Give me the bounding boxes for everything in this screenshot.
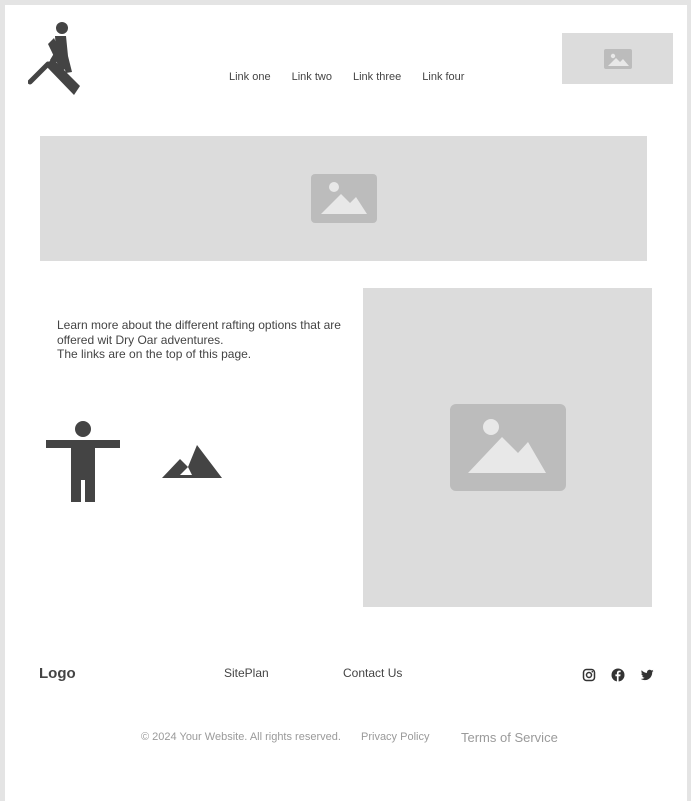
nav-link-four[interactable]: Link four <box>422 71 464 83</box>
image-placeholder-icon <box>450 404 566 491</box>
privacy-policy-link[interactable]: Privacy Policy <box>361 731 429 743</box>
description-line: Learn more about the different rafting o… <box>57 318 341 347</box>
twitter-icon[interactable] <box>640 668 654 682</box>
description-line: The links are on the top of this page. <box>57 347 252 361</box>
hero-image-placeholder <box>40 136 647 261</box>
facebook-icon[interactable] <box>611 668 625 682</box>
nav-link-three[interactable]: Link three <box>353 71 401 83</box>
nav-link-two[interactable]: Link two <box>292 71 332 83</box>
terms-of-service-link[interactable]: Terms of Service <box>461 730 558 745</box>
header-image-placeholder <box>562 33 673 84</box>
nav-link-one[interactable]: Link one <box>229 71 271 83</box>
description-text: Learn more about the different rafting o… <box>57 318 347 362</box>
mountain-icon <box>162 445 222 478</box>
person-icon <box>46 421 120 502</box>
footer-link-siteplan[interactable]: SitePlan <box>224 666 269 680</box>
footer-logo[interactable]: Logo <box>39 665 76 682</box>
page: Link one Link two Link three Link four L… <box>5 5 687 801</box>
copyright-text: © 2024 Your Website. All rights reserved… <box>141 731 341 743</box>
image-placeholder-icon <box>311 174 377 223</box>
main-nav: Link one Link two Link three Link four <box>229 71 464 83</box>
rowing-person-icon[interactable] <box>28 20 84 95</box>
instagram-icon[interactable] <box>582 668 596 682</box>
footer-link-contact[interactable]: Contact Us <box>343 666 402 680</box>
side-image-placeholder <box>363 288 652 607</box>
image-placeholder-icon <box>604 49 632 69</box>
